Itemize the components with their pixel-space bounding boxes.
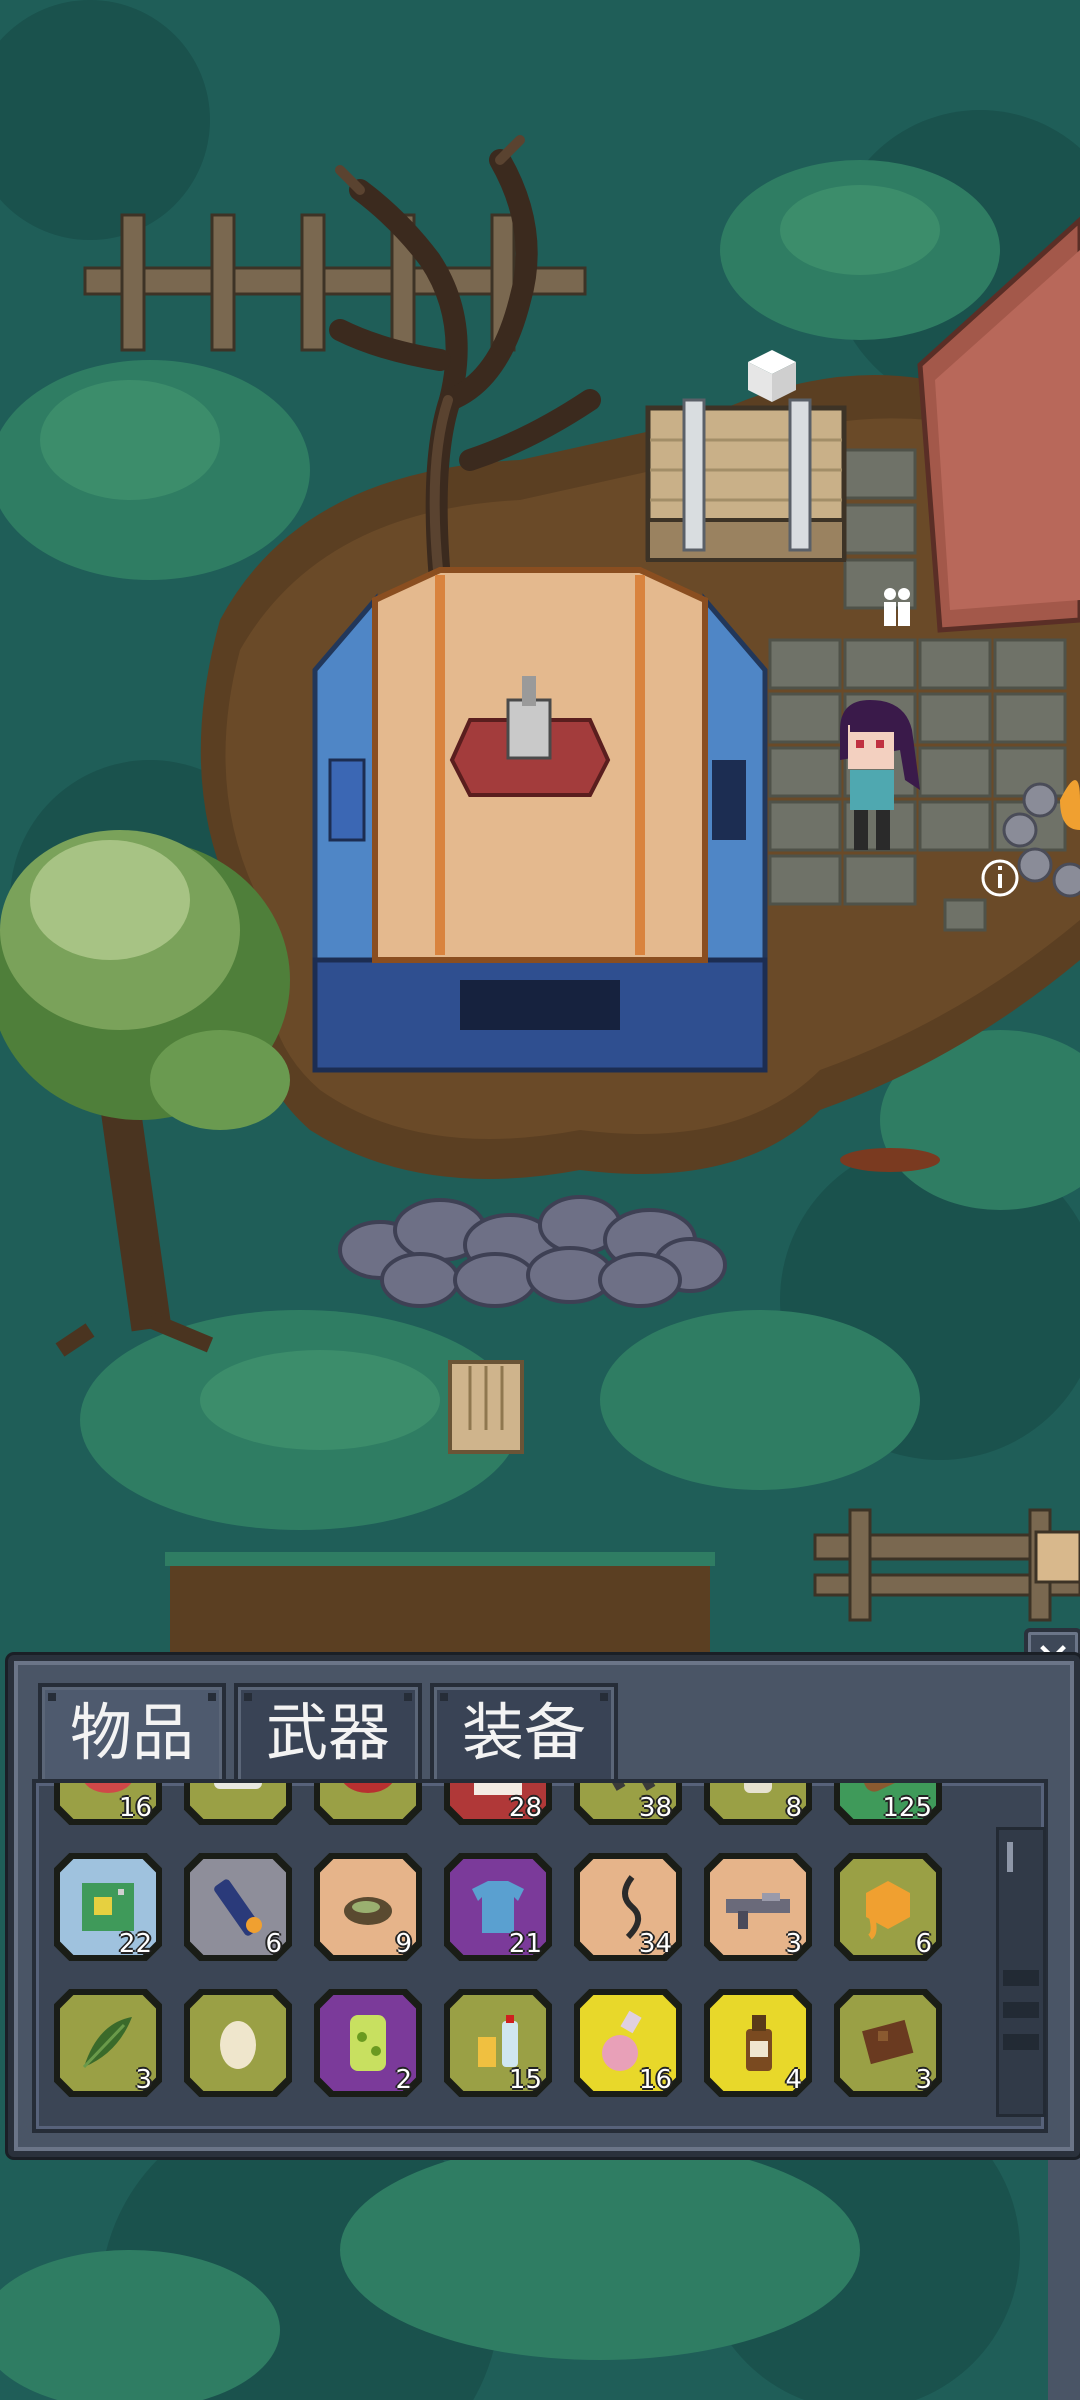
inventory-tabs: 物品 武器 装备 [38,1683,626,1787]
inventory-slot[interactable]: 16 [54,1783,162,1825]
item-count: 16 [638,2065,672,2095]
inventory-slot[interactable]: 9 [314,1853,422,1961]
tab-weapons[interactable]: 武器 [234,1683,423,1787]
item-count: 38 [638,1793,672,1823]
item-count: 8 [785,1793,802,1823]
scroll-grip[interactable] [1003,2002,1039,2018]
cloth-icon [214,1783,262,1789]
item-count: 3 [915,2065,932,2095]
inventory-slot[interactable]: 3 [834,1989,942,2097]
scroll-grip[interactable] [1003,2034,1039,2050]
inventory-slot[interactable]: 4 [704,1989,812,2097]
inventory-slot[interactable]: 125 [834,1783,942,1825]
steak-icon [340,1783,396,1793]
inventory-slot[interactable]: 3 [54,1989,162,2097]
inventory-slot[interactable]: 16 [574,1989,682,2097]
inventory-slot[interactable]: 21 [444,1853,552,1961]
item-count: 2 [395,2065,412,2095]
item-count: 16 [118,1793,152,1823]
item-count: 6 [265,1929,282,1959]
inventory-slot[interactable]: 28 [444,1783,552,1825]
item-count: 9 [395,1929,412,1959]
inventory-slot[interactable]: 38 [574,1783,682,1825]
inventory-slot[interactable]: 3 [704,1853,812,1961]
scroll-grip[interactable] [1003,1970,1039,1986]
item-count: 4 [785,2065,802,2095]
tab-items[interactable]: 物品 [38,1683,227,1787]
item-count: 6 [915,1929,932,1959]
egg-icon [220,2021,256,2069]
item-count: 15 [508,2065,542,2095]
item-count: 3 [785,1929,802,1959]
scroll-indicator [1007,1842,1013,1872]
item-count: 3 [135,2065,152,2095]
item-count: 22 [118,1929,152,1959]
inventory-slot[interactable] [314,1783,422,1825]
inventory-panel: 物品 武器 装备 16 28 38 8 125 22 6 9 21 34 3 6 3 2 15 16 4 3 [8,1655,1080,2157]
item-count: 28 [508,1793,542,1823]
inventory-slot[interactable]: 6 [834,1853,942,1961]
item-grid-frame: 16 28 38 8 125 22 6 9 21 34 3 6 3 2 15 16 4 3 [32,1779,1048,2133]
inventory-slot[interactable]: 34 [574,1853,682,1961]
inventory-scrollbar[interactable] [996,1827,1046,2117]
tab-equipment[interactable]: 装备 [430,1683,619,1787]
inventory-slot[interactable]: 2 [314,1989,422,2097]
inventory-slot[interactable]: 6 [184,1853,292,1961]
inventory-slot[interactable]: 22 [54,1853,162,1961]
item-count: 21 [508,1929,542,1959]
item-count: 125 [882,1793,932,1823]
inventory-slot[interactable]: 8 [704,1783,812,1825]
inventory-slot[interactable] [184,1783,292,1825]
inventory-slot[interactable] [184,1989,292,2097]
item-grid: 16 28 38 8 125 22 6 9 21 34 3 6 3 2 15 16 4 3 [54,1783,942,2097]
item-count: 34 [638,1929,672,1959]
inventory-slot[interactable]: 15 [444,1989,552,2097]
